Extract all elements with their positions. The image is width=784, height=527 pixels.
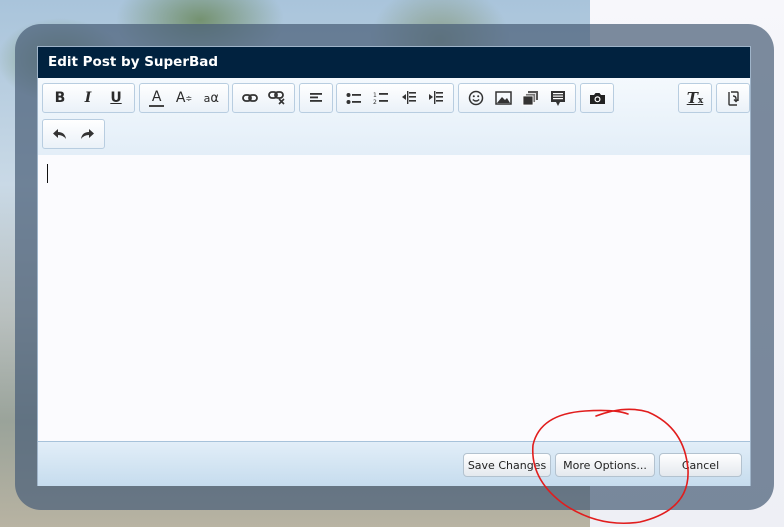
more-options-button[interactable]: More Options... [555, 453, 655, 477]
insert-quote-button[interactable] [545, 85, 573, 111]
list-group: 12 [336, 83, 454, 113]
font-size-icon: A [175, 90, 186, 106]
numbered-list-button[interactable]: 12 [368, 85, 396, 111]
dialog-title: Edit Post by SuperBad [38, 47, 750, 78]
align-group [299, 83, 333, 113]
redo-button[interactable] [74, 121, 102, 147]
bullet-list-button[interactable] [340, 85, 368, 111]
unlink-icon [268, 91, 285, 105]
media-icon [522, 91, 539, 106]
editor-toolbar: B I U A A ≑ aα 1 2 Tx [38, 78, 750, 156]
insert-group [458, 83, 576, 113]
quote-block-icon [551, 90, 566, 106]
smiley-icon [468, 90, 483, 106]
font-color-button[interactable]: A [143, 85, 170, 111]
link-icon [241, 94, 258, 102]
font-family-button[interactable]: aα [198, 85, 225, 111]
underline-button[interactable]: U [102, 85, 130, 111]
restore-icon [728, 90, 739, 106]
text-cursor [47, 164, 48, 183]
numbered-list-icon: 12 [373, 92, 389, 105]
remove-format-group: Tx [678, 83, 712, 113]
upload-photo-button[interactable] [584, 85, 610, 111]
outdent-icon [401, 91, 416, 104]
camera-group [580, 83, 614, 113]
font-size-button[interactable]: A ≑ [170, 85, 197, 111]
post-content-editor[interactable] [38, 155, 750, 441]
remove-format-button[interactable]: Tx [682, 85, 708, 111]
redo-icon [81, 129, 95, 139]
undo-icon [52, 129, 66, 139]
link-group [232, 83, 295, 113]
align-button[interactable] [303, 85, 329, 111]
remove-link-button[interactable] [264, 85, 292, 111]
italic-button[interactable]: I [74, 85, 102, 111]
remove-format-icon: Tx [686, 89, 704, 107]
restore-group [716, 83, 750, 113]
bold-button[interactable]: B [46, 85, 74, 111]
cancel-button[interactable]: Cancel [659, 453, 742, 477]
font-color-icon: A [151, 88, 162, 105]
image-icon [495, 91, 512, 105]
svg-text:2: 2 [373, 99, 377, 105]
smilie-button[interactable] [462, 85, 490, 111]
dialog-footer: Save Changes More Options... Cancel [38, 441, 750, 486]
indent-icon [429, 91, 444, 104]
camera-icon [589, 92, 605, 104]
svg-text:1: 1 [373, 92, 377, 99]
save-changes-button[interactable]: Save Changes [463, 453, 551, 477]
insert-link-button[interactable] [236, 85, 264, 111]
insert-media-button[interactable] [517, 85, 545, 111]
history-group [42, 119, 105, 149]
bullet-list-icon [346, 92, 361, 104]
insert-image-button[interactable] [490, 85, 518, 111]
text-style-group: B I U [42, 83, 135, 113]
outdent-button[interactable] [395, 85, 423, 111]
edit-post-dialog: Edit Post by SuperBad B I U A A ≑ aα 1 2… [37, 46, 751, 486]
align-left-icon [310, 93, 322, 102]
font-group: A A ≑ aα [139, 83, 229, 113]
undo-button[interactable] [46, 121, 74, 147]
switch-editor-mode-button[interactable] [720, 85, 746, 111]
indent-button[interactable] [423, 85, 451, 111]
